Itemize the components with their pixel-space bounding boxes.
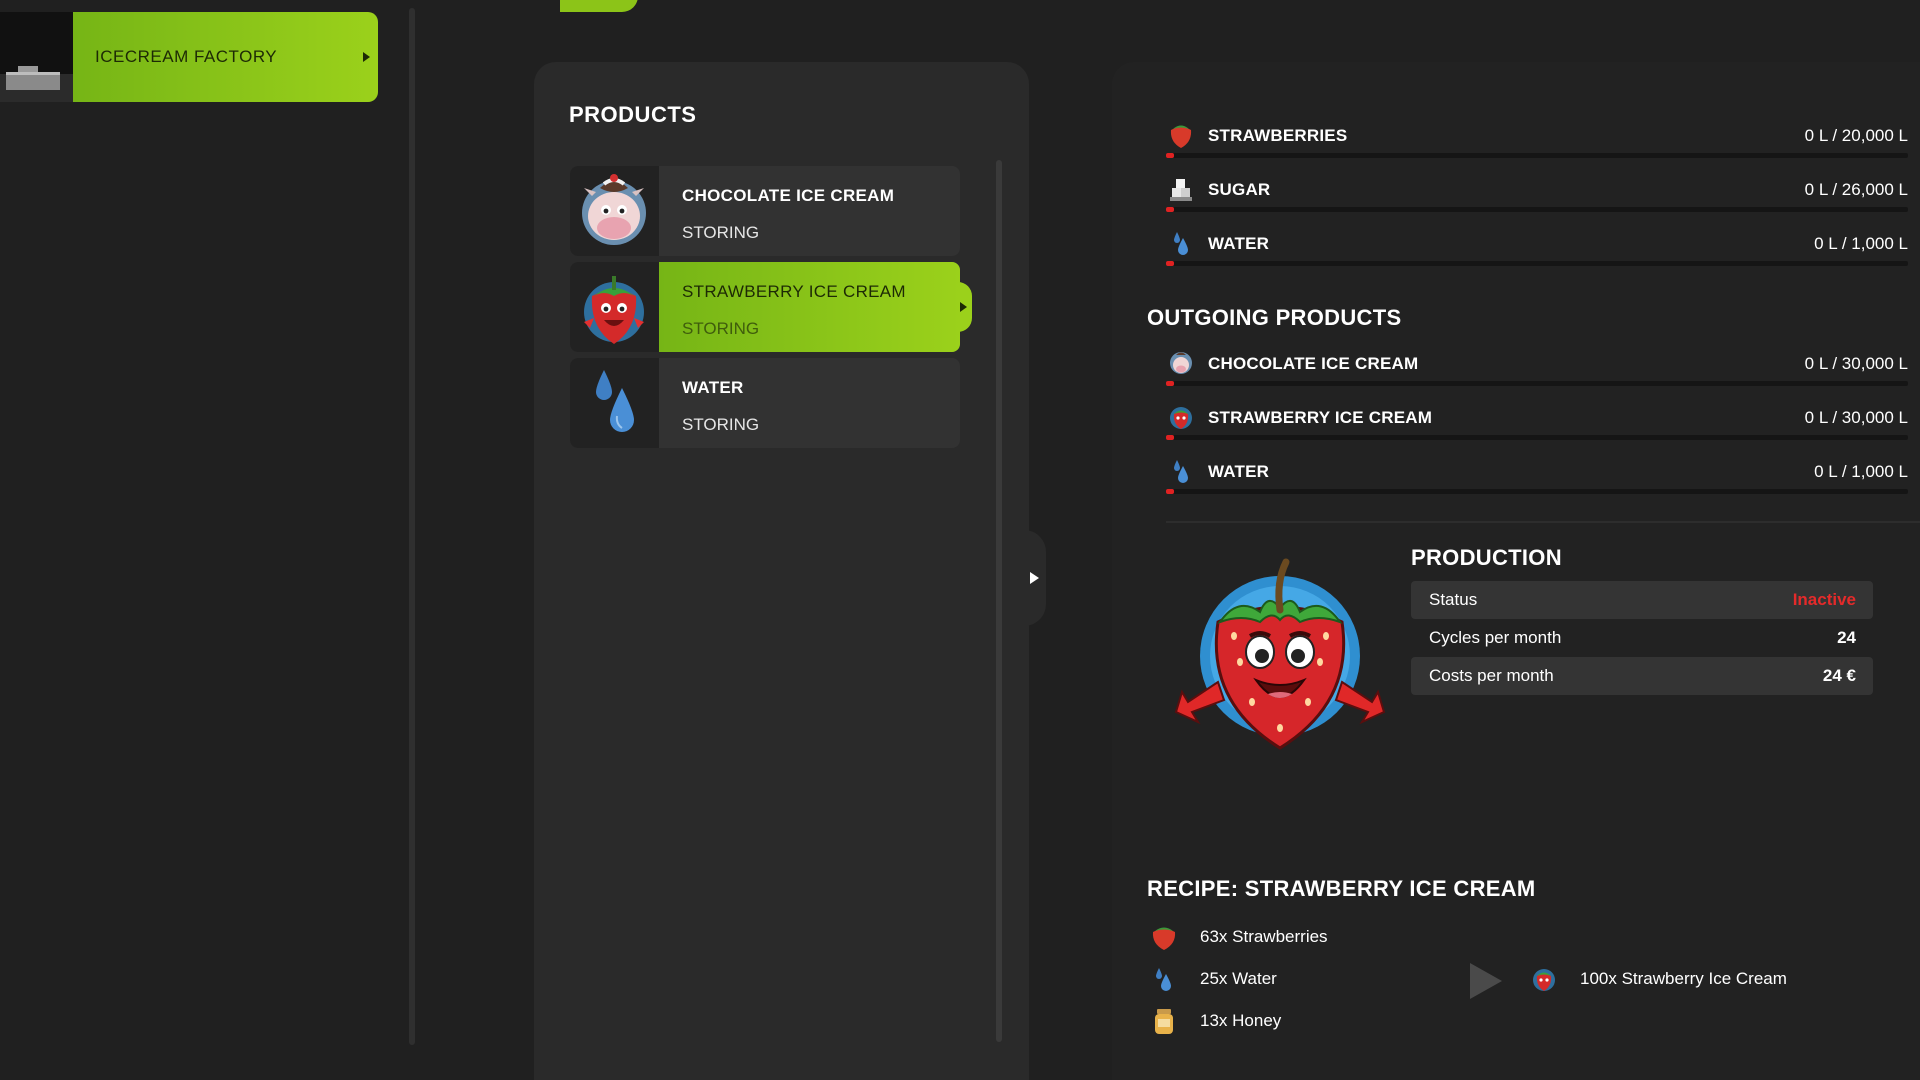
factory-label: ICECREAM FACTORY — [95, 47, 278, 66]
water-icon — [1150, 964, 1178, 994]
output-name: STRAWBERRY ICE CREAM — [1208, 408, 1433, 427]
input-name: WATER — [1208, 234, 1270, 253]
product-state: STORING — [682, 415, 760, 434]
costs-row: Costs per month 24 € — [1411, 657, 1873, 695]
costs-value: 24 € — [1822, 666, 1856, 685]
strawberry-mascot-icon — [570, 262, 659, 352]
product-name: CHOCOLATE ICE CREAM — [682, 186, 895, 205]
recipe-input-text: 13x Honey — [1200, 1011, 1282, 1030]
sidebar: ICECREAM FACTORY — [0, 0, 420, 1080]
product-text: CHOCOLATE ICE CREAM STORING — [659, 166, 960, 256]
input-row-water: WATER 0 L / 1,000 L — [1150, 226, 1908, 266]
production-table: Status Inactive Cycles per month 24 Cost… — [1411, 581, 1873, 695]
strawberry-mascot-icon — [1530, 964, 1558, 994]
recipe-input-water: 25x Water — [1150, 964, 1277, 994]
product-text: STRAWBERRY ICE CREAM STORING — [659, 262, 960, 352]
water-icon — [1168, 456, 1194, 486]
water-drops-icon — [570, 358, 659, 448]
sugar-icon — [1168, 174, 1194, 204]
output-amount: 0 L / 30,000 L — [1804, 408, 1908, 427]
list-item-chocolate-ice-cream[interactable]: CHOCOLATE ICE CREAM STORING — [570, 166, 960, 256]
output-amount: 0 L / 30,000 L — [1804, 354, 1908, 373]
output-row-chocolate-ice-cream: CHOCOLATE ICE CREAM 0 L / 30,000 L — [1150, 346, 1908, 386]
factory-label-box: ICECREAM FACTORY — [73, 12, 378, 102]
strawberry-icon — [1168, 120, 1194, 150]
input-amount: 0 L / 26,000 L — [1804, 180, 1908, 199]
strawberry-mascot-icon — [1168, 402, 1194, 432]
products-title: PRODUCTS — [569, 102, 697, 127]
cycles-label: Cycles per month — [1429, 628, 1562, 647]
products-list: CHOCOLATE ICE CREAM STORING STRAWBERRY I… — [570, 166, 972, 454]
fill-level-bar — [1166, 435, 1908, 440]
output-row-strawberry-ice-cream: STRAWBERRY ICE CREAM 0 L / 30,000 L — [1150, 400, 1908, 440]
product-name: STRAWBERRY ICE CREAM — [682, 282, 906, 301]
input-name: SUGAR — [1208, 180, 1271, 199]
products-scrollbar[interactable] — [996, 160, 1002, 1042]
product-state: STORING — [682, 223, 760, 242]
strawberry-icon — [1150, 922, 1178, 952]
recipe-input-text: 63x Strawberries — [1200, 927, 1328, 946]
input-amount: 0 L / 1,000 L — [1814, 234, 1908, 253]
section-divider — [1166, 521, 1920, 523]
recipe-input-strawberries: 63x Strawberries — [1150, 922, 1328, 952]
honey-jar-icon — [1150, 1006, 1178, 1036]
sidebar-item-icecream-factory[interactable]: ICECREAM FACTORY — [0, 12, 378, 102]
output-amount: 0 L / 1,000 L — [1814, 462, 1908, 481]
cycles-row: Cycles per month 24 — [1411, 619, 1873, 657]
production-title: PRODUCTION — [1411, 545, 1562, 570]
cycles-value: 24 — [1837, 628, 1856, 647]
status-badge: Inactive — [1792, 590, 1856, 609]
product-state: STORING — [682, 319, 760, 338]
fill-level-bar — [1166, 153, 1908, 158]
costs-label: Costs per month — [1429, 666, 1554, 685]
top-tab-indicator — [560, 0, 638, 12]
strawberry-mascot-image — [1168, 552, 1390, 760]
cow-icecream-icon — [570, 166, 659, 256]
product-text: WATER STORING — [659, 358, 960, 448]
input-row-sugar: SUGAR 0 L / 26,000 L — [1150, 172, 1908, 212]
play-icon — [1030, 572, 1039, 584]
recipe-output-text: 100x Strawberry Ice Cream — [1580, 969, 1787, 988]
cow-icecream-icon — [1168, 348, 1194, 378]
products-panel: PRODUCTS CHOCOLATE ICE CREAM STORING STR… — [534, 62, 1029, 1080]
status-row: Status Inactive — [1411, 581, 1873, 619]
recipe-title: RECIPE: STRAWBERRY ICE CREAM — [1147, 876, 1536, 901]
recipe-input-honey: 13x Honey — [1150, 1006, 1281, 1036]
outgoing-products-title: OUTGOING PRODUCTS — [1147, 305, 1402, 330]
chevron-right-icon — [363, 52, 370, 62]
factory-thumbnail — [0, 12, 73, 102]
status-label: Status — [1429, 590, 1478, 609]
fill-level-bar — [1166, 261, 1908, 266]
panel-toggle-button[interactable] — [1024, 530, 1046, 626]
fill-level-bar — [1166, 381, 1908, 386]
list-item-water[interactable]: WATER STORING — [570, 358, 960, 448]
fill-level-bar — [1166, 489, 1908, 494]
input-name: STRAWBERRIES — [1208, 126, 1348, 145]
sidebar-scrollbar[interactable] — [409, 8, 415, 1045]
list-item-strawberry-ice-cream[interactable]: STRAWBERRY ICE CREAM STORING — [570, 262, 972, 352]
input-row-strawberries: STRAWBERRIES 0 L / 20,000 L — [1150, 118, 1908, 158]
recipe-arrow-icon — [1470, 963, 1502, 999]
product-name: WATER — [682, 378, 744, 397]
output-name: CHOCOLATE ICE CREAM — [1208, 354, 1419, 373]
fill-level-bar — [1166, 207, 1908, 212]
chevron-right-icon — [958, 282, 972, 332]
output-row-water: WATER 0 L / 1,000 L — [1150, 454, 1908, 494]
water-icon — [1168, 228, 1194, 258]
output-name: WATER — [1208, 462, 1270, 481]
recipe-input-text: 25x Water — [1200, 969, 1277, 988]
recipe-output: 100x Strawberry Ice Cream — [1530, 964, 1787, 994]
input-amount: 0 L / 20,000 L — [1804, 126, 1908, 145]
